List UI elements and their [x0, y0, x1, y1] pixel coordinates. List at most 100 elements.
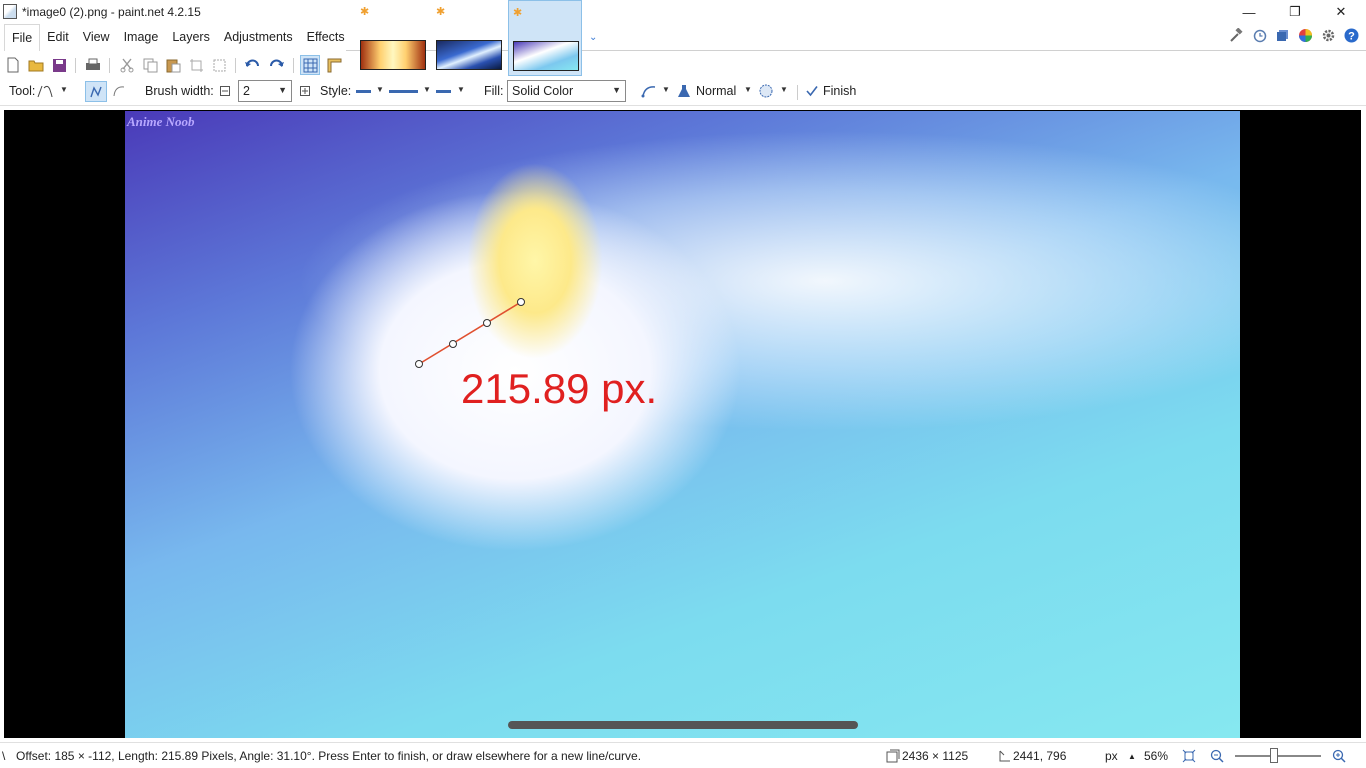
pixel-grid-icon[interactable]	[300, 55, 320, 75]
selection-mode-icon[interactable]	[757, 82, 775, 100]
copy-icon[interactable]	[140, 55, 160, 75]
menu-bar: File Edit View Image Layers Adjustments …	[0, 24, 352, 51]
line-handle-control1[interactable]	[449, 340, 457, 348]
image-canvas[interactable]: Anime Noob 215.89 px.	[125, 111, 1240, 738]
status-bar: \ Offset: 185 × -112, Length: 215.89 Pix…	[0, 742, 1366, 768]
units-up-arrow-icon[interactable]: ▲	[1128, 752, 1136, 761]
brush-width-select[interactable]: 2 ▼	[238, 80, 292, 102]
menu-adjustments[interactable]: Adjustments	[217, 24, 300, 51]
increase-width-icon[interactable]	[296, 82, 314, 100]
zoom-slider-track[interactable]	[1235, 755, 1321, 757]
chevron-down-icon[interactable]: ▼	[780, 85, 788, 94]
menu-view[interactable]: View	[76, 24, 117, 51]
toolbar-separator	[235, 58, 236, 73]
tools-hammer-icon[interactable]	[1228, 27, 1245, 44]
more-tabs-chevron-icon[interactable]: ⌄	[589, 32, 597, 43]
zoom-value[interactable]: 56%	[1144, 749, 1168, 763]
redo-icon[interactable]	[266, 55, 286, 75]
crop-to-selection-icon[interactable]	[186, 55, 206, 75]
chevron-down-icon[interactable]: ▼	[744, 85, 752, 94]
blend-mode-flask-icon[interactable]	[675, 82, 693, 100]
help-icon[interactable]: ?	[1343, 27, 1360, 44]
chevron-down-icon[interactable]: ▼	[457, 85, 465, 94]
line-handle-end[interactable]	[517, 298, 525, 306]
paintnet-app-icon	[3, 4, 17, 19]
close-button[interactable]: ✕	[1318, 0, 1364, 24]
line-curve-overlay	[415, 298, 525, 368]
chevron-down-icon: ▼	[612, 85, 621, 95]
fill-value: Solid Color	[512, 84, 574, 98]
settings-gear-icon[interactable]	[1320, 27, 1337, 44]
paste-icon[interactable]	[163, 55, 183, 75]
status-message: Offset: 185 × -112, Length: 215.89 Pixel…	[16, 749, 642, 763]
chevron-down-icon[interactable]: ▼	[376, 85, 384, 94]
undo-icon[interactable]	[243, 55, 263, 75]
fill-select[interactable]: Solid Color ▼	[507, 80, 626, 102]
blend-mode-value[interactable]: Normal	[696, 84, 736, 98]
toolbar-separator	[109, 58, 110, 73]
horizontal-scrollbar[interactable]	[508, 721, 858, 729]
curve-mode-icon[interactable]	[110, 82, 128, 100]
canvas-workspace[interactable]: Anime Noob 215.89 px.	[0, 106, 1366, 742]
line-tool-status-icon: \	[2, 749, 6, 763]
start-cap-style-icon[interactable]	[356, 90, 371, 93]
toolbar-separator	[293, 58, 294, 73]
title-bar: *image0 (2).png - paint.net 4.2.15 — ❐ ✕	[0, 0, 1366, 24]
utility-icons: ?	[1228, 27, 1360, 44]
modified-marker-icon: ✱	[360, 6, 370, 18]
brush-width-value: 2	[243, 84, 250, 98]
minimize-button[interactable]: —	[1226, 0, 1272, 24]
rulers-icon[interactable]	[324, 55, 344, 75]
dash-style-icon[interactable]	[389, 90, 418, 93]
restore-button[interactable]: ❐	[1272, 0, 1318, 24]
cursor-position-icon	[996, 747, 1014, 765]
fill-label: Fill:	[484, 84, 504, 98]
cursor-position: 2441, 796	[1013, 749, 1067, 763]
tool-options-bar: Tool: ▼ Brush width: 2 ▼ Style: ▼ ▼ ▼ Fi…	[0, 78, 1366, 106]
line-handle-start[interactable]	[415, 360, 423, 368]
tool-label: Tool:	[9, 84, 36, 98]
new-file-icon[interactable]	[3, 55, 23, 75]
cut-icon[interactable]	[117, 55, 137, 75]
units-select[interactable]: px	[1105, 749, 1118, 763]
zoom-to-window-icon[interactable]	[1180, 747, 1198, 765]
colors-icon[interactable]	[1297, 27, 1314, 44]
history-icon[interactable]	[1251, 27, 1268, 44]
menu-effects[interactable]: Effects	[300, 24, 352, 51]
layers-icon[interactable]	[1274, 27, 1291, 44]
tool-dropdown-arrow-icon[interactable]: ▼	[60, 85, 68, 94]
chevron-down-icon[interactable]: ▼	[662, 85, 670, 94]
menu-layers[interactable]: Layers	[165, 24, 217, 51]
menu-edit[interactable]: Edit	[40, 24, 76, 51]
style-label: Style:	[320, 84, 352, 98]
brush-width-label: Brush width:	[145, 84, 214, 98]
antialiasing-icon[interactable]	[640, 82, 658, 100]
menu-image[interactable]: Image	[117, 24, 166, 51]
measurement-label: 215.89 px.	[461, 365, 658, 412]
chevron-down-icon: ▼	[278, 85, 287, 95]
image-size-icon	[884, 747, 902, 765]
draw-shape-mode-icon[interactable]	[85, 81, 107, 102]
chevron-down-icon[interactable]: ▼	[423, 85, 431, 94]
menu-file[interactable]: File	[4, 24, 41, 51]
deselect-icon[interactable]	[209, 55, 229, 75]
modified-marker-icon: ✱	[436, 6, 446, 18]
line-curve-tool-icon[interactable]	[36, 82, 54, 100]
svg-text:?: ?	[1348, 31, 1355, 43]
save-icon[interactable]	[49, 55, 69, 75]
end-cap-style-icon[interactable]	[436, 90, 451, 93]
window-title: *image0 (2).png - paint.net 4.2.15	[22, 5, 201, 19]
zoom-slider-thumb[interactable]	[1270, 748, 1278, 763]
print-icon[interactable]	[83, 55, 103, 75]
toolbar-separator	[797, 85, 798, 100]
toolbar-separator	[75, 58, 76, 73]
finish-button[interactable]: Finish	[823, 84, 856, 98]
open-folder-icon[interactable]	[26, 55, 46, 75]
checkmark-icon[interactable]	[803, 82, 821, 100]
line-handle-control2[interactable]	[483, 319, 491, 327]
zoom-in-icon[interactable]	[1330, 747, 1348, 765]
decrease-width-icon[interactable]	[216, 82, 234, 100]
zoom-out-icon[interactable]	[1208, 747, 1226, 765]
modified-marker-icon: ✱	[513, 7, 523, 19]
image-size: 2436 × 1125	[902, 749, 969, 763]
